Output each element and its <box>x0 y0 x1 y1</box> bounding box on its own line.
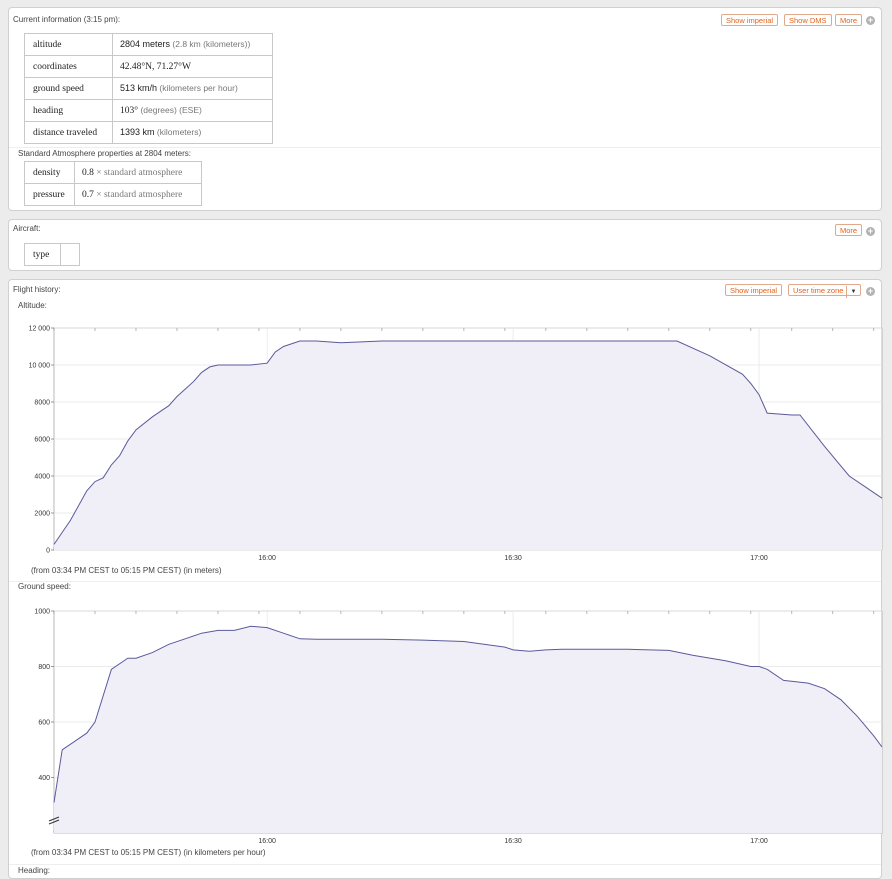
history-expand-plus-icon[interactable]: + <box>866 287 875 296</box>
heading-unit: (degrees) (ESE) <box>140 105 202 115</box>
table-row: coordinates 42.48°N, 71.27°W <box>24 55 273 78</box>
section-divider <box>9 147 881 148</box>
aircraft-expand-plus-icon[interactable]: + <box>866 227 875 236</box>
heading-label: heading <box>24 99 113 122</box>
altitude-value: 2804 meters <box>120 39 171 49</box>
distance-traveled-value: 1393 km <box>120 127 155 137</box>
density-value: 0.8 <box>82 167 94 178</box>
distance-traveled-label: distance traveled <box>24 121 113 144</box>
coordinates-label: coordinates <box>24 55 113 78</box>
time-zone-label: User time zone <box>793 286 844 295</box>
atmosphere-title: Standard Atmosphere properties at 2804 m… <box>18 149 191 158</box>
ground-speed-x-tick-label: 17:00 <box>750 838 768 844</box>
altitude-chart: 0 2000 4000 6000 8000 10 000 12 000 16:00 16:30 1… <box>29 326 883 561</box>
chevron-down-icon: ▼ <box>846 286 856 298</box>
history-show-imperial-button[interactable]: Show imperial <box>725 284 783 296</box>
current-info-table: altitude 2804 meters (2.8 km (kilometers… <box>24 33 273 144</box>
altitude-x-tick-label: 16:00 <box>258 555 276 561</box>
ground-speed-chart-caption: (from 03:34 PM CEST to 05:15 PM CEST) (i… <box>31 848 266 857</box>
table-row: heading 103° (degrees) (ESE) <box>24 99 273 122</box>
table-row: density 0.8 × standard atmosphere <box>24 161 202 184</box>
table-row: ground speed 513 km/h (kilometers per ho… <box>24 77 273 100</box>
altitude-unit: (2.8 km (kilometers)) <box>172 39 251 49</box>
heading-value: 103° <box>120 106 139 116</box>
current-information-title: Current information (3:15 pm): <box>13 15 121 24</box>
altitude-y-tick-label: 10 000 <box>29 363 51 370</box>
ground-speed-x-tick-label: 16:00 <box>258 838 276 844</box>
aircraft-title: Aircraft: <box>13 224 41 233</box>
coordinates-value: 42.48°N, 71.27°W <box>120 62 191 72</box>
more-button[interactable]: More <box>835 14 863 26</box>
ground-speed-y-tick-label: 600 <box>38 720 50 727</box>
flight-history-title: Flight history: <box>13 285 61 294</box>
altitude-y-tick-label: 6000 <box>34 437 50 444</box>
table-row: altitude 2804 meters (2.8 km (kilometers… <box>24 33 273 56</box>
aircraft-more-button[interactable]: More <box>835 224 863 236</box>
pressure-value: 0.7 <box>82 189 94 200</box>
distance-traveled-unit: (kilometers) <box>156 127 202 137</box>
altitude-chart-caption: (from 03:34 PM CEST to 05:15 PM CEST) (i… <box>31 566 222 575</box>
current-information-pod: Current information (3:15 pm): Show impe… <box>8 7 882 211</box>
table-row: type <box>24 243 80 266</box>
flight-history-pod: Flight history: Show imperial User time … <box>8 279 883 879</box>
density-unit: × standard atmosphere <box>96 167 183 178</box>
altitude-x-tick-label: 17:00 <box>750 555 768 561</box>
aircraft-table: type <box>24 243 80 266</box>
expand-plus-icon[interactable]: + <box>866 16 875 25</box>
ground-speed-y-tick-label: 400 <box>38 775 50 782</box>
pressure-label: pressure <box>24 183 75 206</box>
show-imperial-button[interactable]: Show imperial <box>721 14 779 26</box>
table-row: distance traveled 1393 km (kilometers) <box>24 121 273 144</box>
ground-speed-label: ground speed <box>24 77 113 100</box>
altitude-y-tick-label: 12 000 <box>29 326 51 333</box>
section-divider <box>9 581 881 582</box>
density-label: density <box>24 161 75 184</box>
heading-chart-title: Heading: <box>18 866 51 875</box>
altitude-x-tick-label: 16:30 <box>504 555 522 561</box>
time-zone-dropdown[interactable]: User time zone ▼ <box>788 284 862 298</box>
atmosphere-table: density 0.8 × standard atmosphere pressu… <box>24 161 202 206</box>
altitude-chart-title: Altitude: <box>18 301 47 310</box>
ground-speed-y-tick-label: 800 <box>38 664 50 671</box>
ground-speed-value: 513 km/h <box>120 83 158 93</box>
altitude-y-tick-label: 2000 <box>34 511 50 518</box>
altitude-label: altitude <box>24 33 113 56</box>
ground-speed-chart-title: Ground speed: <box>18 582 71 591</box>
pressure-unit: × standard atmosphere <box>96 189 183 200</box>
altitude-y-tick-label: 8000 <box>34 400 50 407</box>
altitude-y-tick-label: 4000 <box>34 474 50 481</box>
table-row: pressure 0.7 × standard atmosphere <box>24 183 202 206</box>
type-label: type <box>24 243 61 266</box>
ground-speed-unit: (kilometers per hour) <box>159 83 238 93</box>
show-dms-button[interactable]: Show DMS <box>784 14 832 26</box>
ground-speed-y-tick-label: 1000 <box>34 609 50 616</box>
section-divider <box>9 864 881 865</box>
type-value <box>60 243 80 266</box>
aircraft-pod: Aircraft: More + type <box>8 219 882 271</box>
altitude-y-tick-label: 0 <box>46 548 50 555</box>
ground-speed-chart: 400 600 800 1000 16:00 16:30 17:00 <box>34 609 883 844</box>
ground-speed-x-tick-label: 16:30 <box>504 838 522 844</box>
